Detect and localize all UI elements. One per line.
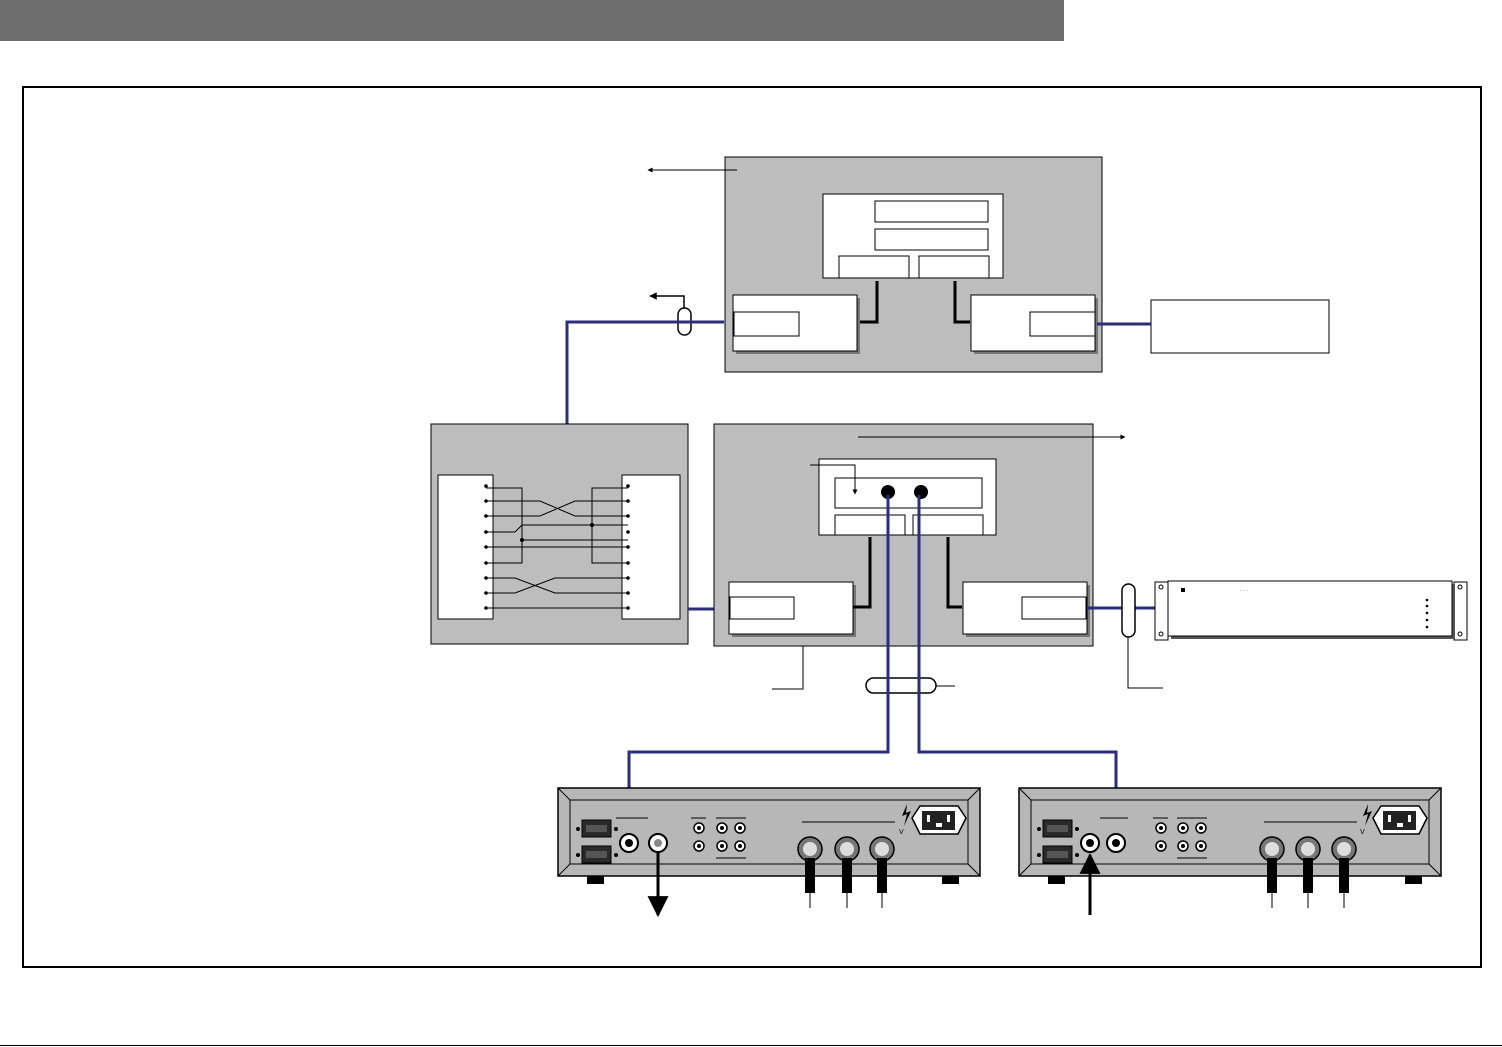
rear-panel-device-right: V [1018, 787, 1442, 908]
cable-bundle-icon [865, 677, 937, 694]
power-inlet-icon [1372, 805, 1428, 835]
lower-right-card [962, 581, 1090, 637]
crossover-panel [430, 423, 689, 645]
footer-rule [0, 1045, 1502, 1046]
external-device-box [1150, 299, 1330, 354]
output-jack-b [914, 485, 928, 499]
lower-left-card [728, 581, 856, 637]
upper-left-card [732, 294, 860, 354]
svg-text:· · ·: · · · [1240, 588, 1248, 594]
upper-right-card [970, 294, 1098, 354]
cable-tie-icon [1121, 583, 1136, 638]
wiring-diagram: · · · V V [22, 86, 1482, 968]
upper-system-panel [724, 156, 1103, 373]
power-inlet-icon [911, 805, 967, 835]
upper-processor-block [822, 193, 1004, 279]
rear-panel-device-left: V [557, 787, 981, 908]
upper-link-cable [565, 320, 724, 424]
lower-system-panel [713, 423, 1094, 647]
rack-callout-line [1127, 637, 1163, 689]
svg-text:V: V [899, 829, 904, 836]
panel-callout-line [772, 646, 804, 690]
svg-text:V: V [1360, 829, 1365, 836]
rack-unit-icon: · · · [1154, 580, 1468, 641]
cable-tap-arrow-icon [649, 292, 685, 310]
lower-processor-block [818, 458, 997, 536]
